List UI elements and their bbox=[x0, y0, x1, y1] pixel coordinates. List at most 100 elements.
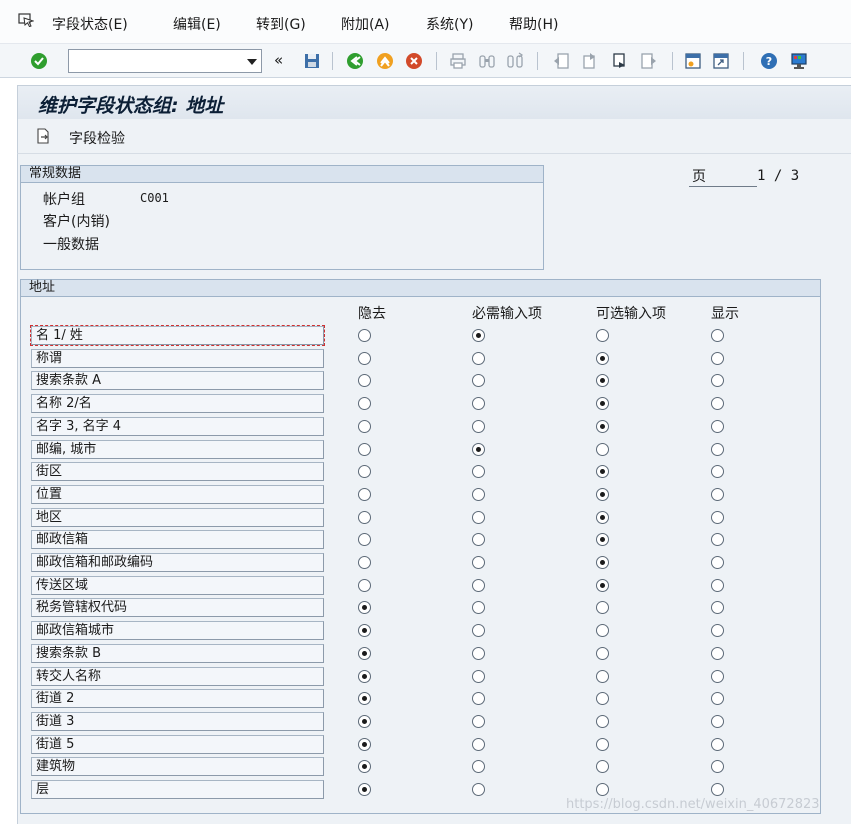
check-icon[interactable] bbox=[30, 52, 48, 70]
display-radio[interactable] bbox=[711, 624, 724, 637]
required-radio[interactable] bbox=[472, 647, 485, 660]
hide-radio[interactable] bbox=[358, 760, 371, 773]
optional-radio[interactable] bbox=[596, 715, 609, 728]
display-radio[interactable] bbox=[711, 715, 724, 728]
optional-radio[interactable] bbox=[596, 601, 609, 614]
first-page-icon[interactable] bbox=[552, 52, 570, 70]
cancel-icon[interactable] bbox=[405, 52, 423, 70]
display-radio[interactable] bbox=[711, 601, 724, 614]
hide-radio[interactable] bbox=[358, 715, 371, 728]
next-page-icon[interactable] bbox=[611, 52, 629, 70]
hide-radio[interactable] bbox=[358, 783, 371, 796]
display-radio[interactable] bbox=[711, 579, 724, 592]
required-radio[interactable] bbox=[472, 670, 485, 683]
optional-radio[interactable] bbox=[596, 420, 609, 433]
display-radio[interactable] bbox=[711, 329, 724, 342]
previous-page-icon[interactable] bbox=[581, 52, 599, 70]
field-check-button[interactable]: 字段检验 bbox=[69, 128, 125, 148]
hide-radio[interactable] bbox=[358, 738, 371, 751]
display-radio[interactable] bbox=[711, 738, 724, 751]
required-radio[interactable] bbox=[472, 692, 485, 705]
menu-edit[interactable]: 编辑(E) bbox=[173, 14, 221, 34]
optional-radio[interactable] bbox=[596, 465, 609, 478]
hide-radio[interactable] bbox=[358, 670, 371, 683]
optional-radio[interactable] bbox=[596, 738, 609, 751]
optional-radio[interactable] bbox=[596, 579, 609, 592]
optional-radio[interactable] bbox=[596, 397, 609, 410]
required-radio[interactable] bbox=[472, 601, 485, 614]
required-radio[interactable] bbox=[472, 329, 485, 342]
required-radio[interactable] bbox=[472, 556, 485, 569]
menu-help[interactable]: 帮助(H) bbox=[509, 14, 558, 34]
display-radio[interactable] bbox=[711, 760, 724, 773]
required-radio[interactable] bbox=[472, 465, 485, 478]
optional-radio[interactable] bbox=[596, 556, 609, 569]
required-radio[interactable] bbox=[472, 760, 485, 773]
menu-field-status[interactable]: 字段状态(E) bbox=[52, 14, 128, 34]
display-radio[interactable] bbox=[711, 352, 724, 365]
hide-radio[interactable] bbox=[358, 533, 371, 546]
required-radio[interactable] bbox=[472, 352, 485, 365]
optional-radio[interactable] bbox=[596, 374, 609, 387]
display-radio[interactable] bbox=[711, 692, 724, 705]
hide-radio[interactable] bbox=[358, 511, 371, 524]
optional-radio[interactable] bbox=[596, 624, 609, 637]
hide-radio[interactable] bbox=[358, 556, 371, 569]
optional-radio[interactable] bbox=[596, 692, 609, 705]
menu-extras[interactable]: 附加(A) bbox=[341, 14, 390, 34]
hide-radio[interactable] bbox=[358, 443, 371, 456]
chevron-down-icon[interactable] bbox=[247, 59, 257, 65]
hide-radio[interactable] bbox=[358, 488, 371, 501]
create-session-icon[interactable] bbox=[684, 52, 702, 70]
display-radio[interactable] bbox=[711, 397, 724, 410]
last-page-icon[interactable] bbox=[640, 52, 658, 70]
optional-radio[interactable] bbox=[596, 647, 609, 660]
exit-icon[interactable] bbox=[376, 52, 394, 70]
required-radio[interactable] bbox=[472, 488, 485, 501]
display-radio[interactable] bbox=[711, 533, 724, 546]
find-next-icon[interactable] bbox=[506, 52, 524, 70]
menu-icon[interactable] bbox=[18, 13, 34, 27]
customize-layout-icon[interactable] bbox=[790, 52, 808, 70]
hide-radio[interactable] bbox=[358, 329, 371, 342]
hide-radio[interactable] bbox=[358, 647, 371, 660]
optional-radio[interactable] bbox=[596, 783, 609, 796]
required-radio[interactable] bbox=[472, 420, 485, 433]
menu-system[interactable]: 系统(Y) bbox=[426, 14, 473, 34]
hide-radio[interactable] bbox=[358, 374, 371, 387]
required-radio[interactable] bbox=[472, 533, 485, 546]
required-radio[interactable] bbox=[472, 397, 485, 410]
required-radio[interactable] bbox=[472, 783, 485, 796]
hide-radio[interactable] bbox=[358, 420, 371, 433]
hide-radio[interactable] bbox=[358, 601, 371, 614]
optional-radio[interactable] bbox=[596, 329, 609, 342]
display-radio[interactable] bbox=[711, 420, 724, 433]
required-radio[interactable] bbox=[472, 624, 485, 637]
optional-radio[interactable] bbox=[596, 488, 609, 501]
optional-radio[interactable] bbox=[596, 352, 609, 365]
display-radio[interactable] bbox=[711, 670, 724, 683]
optional-radio[interactable] bbox=[596, 760, 609, 773]
display-radio[interactable] bbox=[711, 556, 724, 569]
display-radio[interactable] bbox=[711, 647, 724, 660]
print-icon[interactable] bbox=[449, 52, 467, 70]
chevron-double-left-icon[interactable]: « bbox=[274, 51, 283, 69]
required-radio[interactable] bbox=[472, 715, 485, 728]
required-radio[interactable] bbox=[472, 511, 485, 524]
command-field[interactable] bbox=[68, 49, 262, 73]
display-radio[interactable] bbox=[711, 443, 724, 456]
save-icon[interactable] bbox=[303, 52, 321, 70]
display-radio[interactable] bbox=[711, 488, 724, 501]
field-check-icon[interactable] bbox=[35, 128, 51, 144]
required-radio[interactable] bbox=[472, 443, 485, 456]
optional-radio[interactable] bbox=[596, 511, 609, 524]
menu-goto[interactable]: 转到(G) bbox=[256, 14, 306, 34]
shortcut-icon[interactable] bbox=[712, 52, 730, 70]
required-radio[interactable] bbox=[472, 579, 485, 592]
back-icon[interactable] bbox=[346, 52, 364, 70]
optional-radio[interactable] bbox=[596, 533, 609, 546]
required-radio[interactable] bbox=[472, 374, 485, 387]
display-radio[interactable] bbox=[711, 511, 724, 524]
optional-radio[interactable] bbox=[596, 443, 609, 456]
hide-radio[interactable] bbox=[358, 624, 371, 637]
